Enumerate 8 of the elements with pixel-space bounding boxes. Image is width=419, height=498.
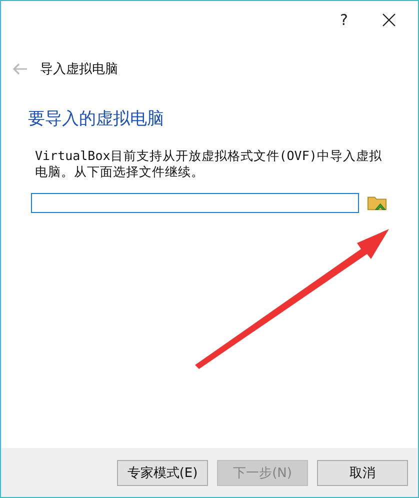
window-title: 导入虚拟电脑	[40, 61, 118, 78]
dialog-button[interactable]: 专家模式(E)	[117, 460, 208, 486]
close-icon[interactable]	[382, 13, 396, 27]
help-button[interactable]: ?	[340, 11, 348, 29]
page-heading: 要导入的虚拟电脑	[28, 108, 165, 130]
description-text: VirtualBox目前支持从开放虚拟格式文件(OVF)中导入虚拟电脑。从下面选择文件继续。	[35, 148, 383, 180]
dialog-button[interactable]: 取消	[317, 460, 408, 486]
file-path-field[interactable]	[31, 193, 360, 213]
